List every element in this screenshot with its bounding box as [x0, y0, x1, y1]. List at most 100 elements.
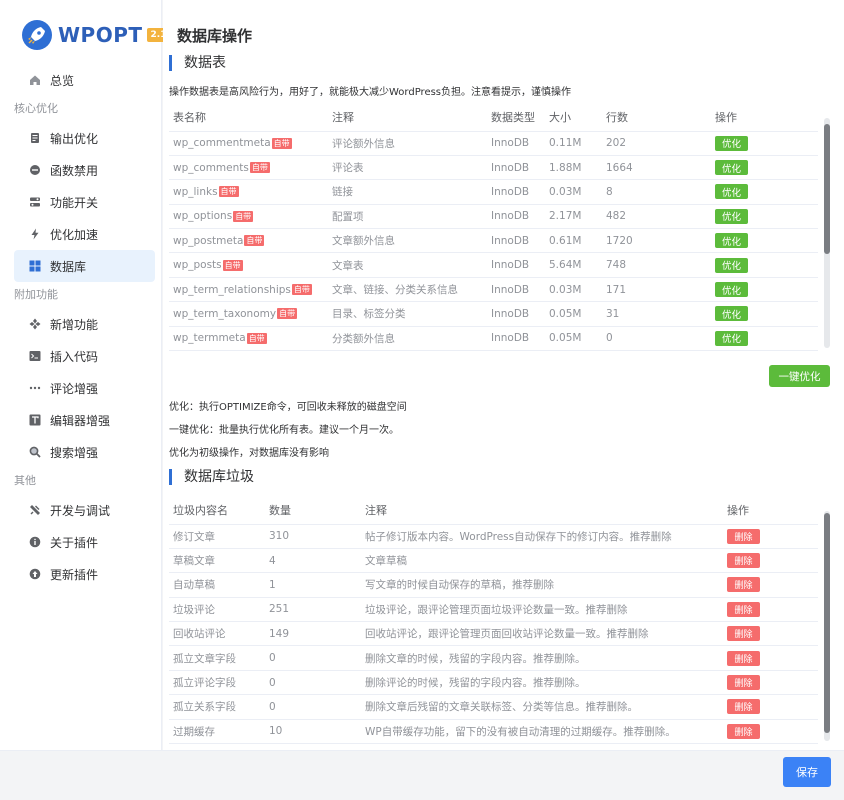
optimize-button[interactable]: 优化: [715, 306, 748, 322]
table-row: 垃圾评论 251 垃圾评论，跟评论管理页面垃圾评论数量一致。推荐删除 删除: [169, 597, 818, 623]
sidebar-item-search[interactable]: 搜索增强: [14, 436, 155, 468]
builtin-badge: 自带: [218, 186, 239, 198]
trash-note: 删除文章后残留的文章关联标签、分类等信息。推荐删除。: [361, 694, 723, 720]
save-button[interactable]: 保存: [783, 757, 831, 787]
sidebar-item-output[interactable]: 输出优化: [14, 122, 155, 154]
table-row: wp_term_relationships 自带 文章、链接、分类关系信息 InnoD…: [169, 277, 818, 303]
table-rows: 0: [602, 326, 711, 352]
delete-button[interactable]: 删除: [727, 577, 760, 593]
sidebar-item-label: 功能开关: [50, 195, 99, 210]
trash-name: 自动草稿: [169, 572, 265, 598]
table-action-cell: 优化: [711, 277, 818, 303]
optimize-button[interactable]: 优化: [715, 233, 748, 249]
sidebar-item-label: 关于插件: [50, 535, 99, 550]
delete-button[interactable]: 删除: [727, 626, 760, 642]
trash-name: 回收站评论: [169, 621, 265, 647]
table-name: wp_termmeta: [173, 332, 246, 345]
table-row: wp_termmeta 自带 分类额外信息 InnoDB 0.05M 0 优化: [169, 326, 818, 352]
delete-button[interactable]: 删除: [727, 699, 760, 715]
sidebar-item-label: 更新插件: [50, 567, 99, 582]
optimize-button[interactable]: 优化: [715, 208, 748, 224]
sidebar-nav: 总览 核心优化 输出优化 函数禁用 功能开关 优化加速 数据库 附加功能 新增功…: [0, 64, 162, 590]
delete-button[interactable]: 删除: [727, 528, 760, 544]
table-action-cell: 优化: [711, 179, 818, 205]
sidebar-item-speedup[interactable]: 优化加速: [14, 218, 155, 250]
sidebar-item-dev-debug[interactable]: 开发与调试: [14, 494, 155, 526]
sidebar-item-editor[interactable]: 编辑器增强: [14, 404, 155, 436]
column-header: 注释: [361, 497, 723, 525]
table-size: 1.88M: [545, 155, 602, 181]
sidebar-item-update[interactable]: 更新插件: [14, 558, 155, 590]
table-size: 0.03M: [545, 179, 602, 205]
delete-button[interactable]: 删除: [727, 601, 760, 617]
sidebar-item-label: 数据库: [50, 259, 87, 274]
optimize-button[interactable]: 优化: [715, 135, 748, 151]
home-icon: [28, 74, 41, 87]
scrollbar-thumb[interactable]: [824, 124, 830, 254]
trash-note: 写文章的时候自动保存的草稿，推荐删除: [361, 572, 723, 598]
sidebar-item-switches[interactable]: 功能开关: [14, 186, 155, 218]
table-name: wp_links: [173, 185, 218, 198]
optimize-button[interactable]: 优化: [715, 184, 748, 200]
table-size: 0.03M: [545, 277, 602, 303]
table-rows: 31: [602, 301, 711, 327]
sidebar-item-database[interactable]: 数据库: [14, 250, 155, 282]
delete-button[interactable]: 删除: [727, 553, 760, 569]
table-row: 过期缓存 10 WP自带缓存功能，留下的没有被自动清理的过期缓存。推荐删除。 删除: [169, 719, 818, 745]
optimize-button[interactable]: 优化: [715, 160, 748, 176]
trash-name: 过期缓存: [169, 719, 265, 745]
note-safe: 优化为初级操作，对数据库没有影响: [169, 448, 329, 459]
table-type: InnoDB: [487, 252, 545, 278]
table-name-cell: wp_postmeta 自带: [169, 228, 328, 254]
trash-action-cell: 删除: [723, 719, 818, 745]
table-row: 孤立文章字段 0 删除文章的时候，残留的字段内容。推荐删除。 删除: [169, 645, 818, 671]
optimize-button[interactable]: 优化: [715, 330, 748, 346]
table-rows: 8: [602, 179, 711, 205]
table-comment: 文章表: [328, 252, 487, 278]
table-row: wp_commentmeta 自带 评论额外信息 InnoDB 0.11M 202 优化: [169, 131, 818, 156]
table-name-cell: wp_posts 自带: [169, 252, 328, 278]
table-type: InnoDB: [487, 277, 545, 303]
main-panel: 数据库操作 数据表 操作数据表是高风险行为，用好了，就能极大减少WordPres…: [163, 0, 844, 750]
dots-icon: [28, 382, 41, 395]
table-row: 孤立关系字段 0 删除文章后残留的文章关联标签、分类等信息。推荐删除。 删除: [169, 694, 818, 720]
table-name-cell: wp_termmeta 自带: [169, 326, 328, 352]
delete-button[interactable]: 删除: [727, 723, 760, 739]
table-size: 0.11M: [545, 131, 602, 156]
table-size: 2.17M: [545, 204, 602, 230]
sidebar-item-label: 编辑器增强: [50, 413, 111, 428]
plugin-icon: [28, 318, 41, 331]
optimize-button[interactable]: 优化: [715, 282, 748, 298]
table-size: 0.05M: [545, 301, 602, 327]
table-name-cell: wp_term_taxonomy 自带: [169, 301, 328, 327]
sidebar-item-insert-code[interactable]: 插入代码: [14, 340, 155, 372]
trash-action-cell: 删除: [723, 645, 818, 671]
sidebar-item-new-features[interactable]: 新增功能: [14, 308, 155, 340]
column-header: 操作: [711, 104, 818, 132]
sidebar-item-functions[interactable]: 函数禁用: [14, 154, 155, 186]
trash-action-cell: 删除: [723, 548, 818, 574]
sidebar-item-comments[interactable]: 评论增强: [14, 372, 155, 404]
trash-table: 垃圾内容名 数量 注释 操作 修订文章 310 帖子修订版本内容。WordPress…: [169, 497, 818, 745]
table-action-cell: 优化: [711, 228, 818, 254]
trash-count: 251: [265, 597, 361, 623]
delete-button[interactable]: 删除: [727, 650, 760, 666]
table-name: wp_options: [173, 210, 233, 223]
trash-count: 1: [265, 572, 361, 598]
optimize-button[interactable]: 优化: [715, 257, 748, 273]
sidebar-item-overview[interactable]: 总览: [14, 64, 155, 96]
trash-count: 149: [265, 621, 361, 647]
delete-button[interactable]: 删除: [727, 675, 760, 691]
column-header: 大小: [545, 104, 602, 132]
trash-scrollbar[interactable]: [824, 511, 830, 741]
column-header: 行数: [602, 104, 711, 132]
sidebar-item-about[interactable]: 关于插件: [14, 526, 155, 558]
trash-name: 孤立文章字段: [169, 645, 265, 671]
logo-text: WPOPT: [58, 23, 143, 47]
onekey-optimize-button[interactable]: 一键优化: [769, 365, 830, 387]
scrollbar-thumb[interactable]: [824, 513, 830, 733]
table-name: wp_posts: [173, 259, 222, 272]
table-action-cell: 优化: [711, 155, 818, 181]
tables-scrollbar[interactable]: [824, 118, 830, 348]
table-row: 回收站评论 149 回收站评论，跟评论管理页面回收站评论数量一致。推荐删除 删除: [169, 621, 818, 647]
